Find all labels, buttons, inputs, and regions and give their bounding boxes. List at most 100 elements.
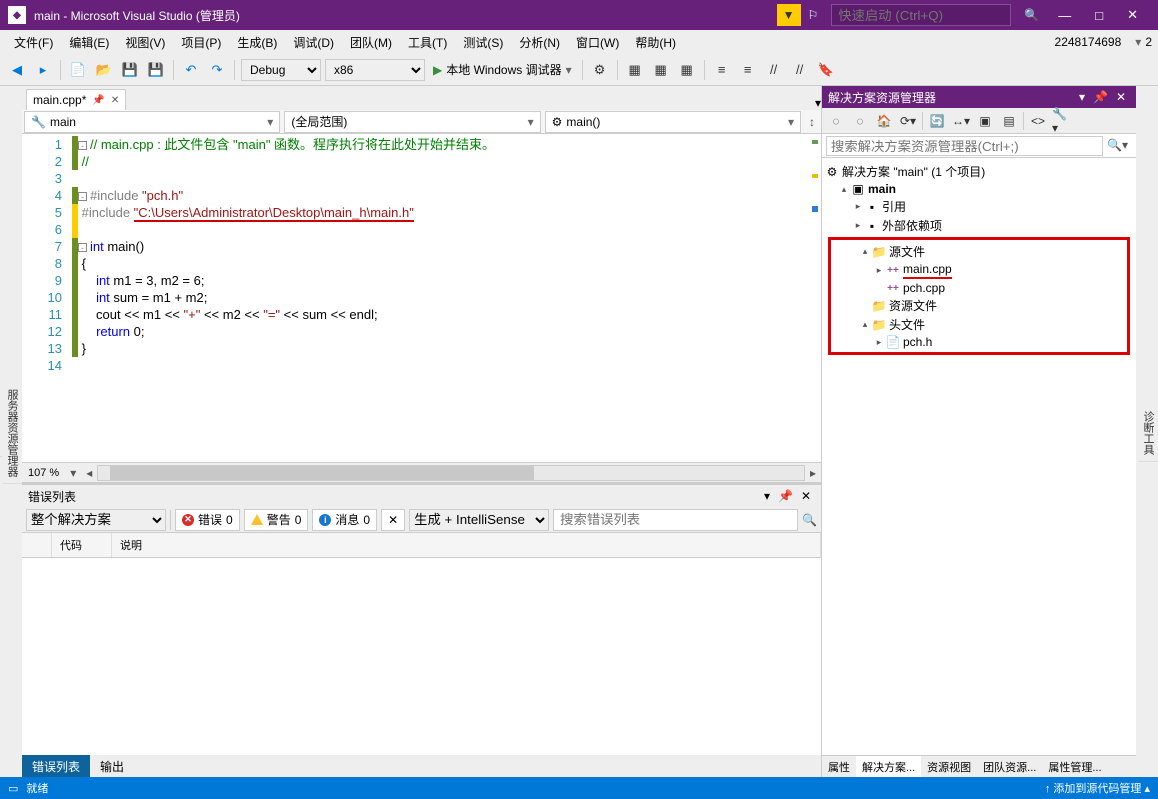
solution-tree[interactable]: ⚙解决方案 "main" (1 个项目) ▴▣main ▸▪引用 ▸▪外部依赖项… xyxy=(822,158,1136,755)
menu-item[interactable]: 视图(V) xyxy=(117,31,173,54)
panel-pin-icon[interactable]: 📌 xyxy=(1089,90,1112,104)
menu-item[interactable]: 文件(F) xyxy=(6,31,61,54)
menu-item[interactable]: 工具(T) xyxy=(400,31,455,54)
scroll-right-icon[interactable]: ▸ xyxy=(805,466,821,480)
tab-error-list[interactable]: 错误列表 xyxy=(22,755,90,777)
bookmark-icon[interactable]: 🔖 xyxy=(814,58,838,82)
toolbox-tab[interactable]: 工具箱 xyxy=(0,411,2,457)
doc-tab-main[interactable]: main.cpp* 📌 ✕ xyxy=(26,89,126,110)
tab-properties[interactable]: 属性 xyxy=(822,756,856,777)
tool-icon-4[interactable]: ▦ xyxy=(675,58,699,82)
panel-dropdown-icon[interactable]: ▾ xyxy=(760,489,774,503)
user-avatar[interactable]: 2 xyxy=(1145,35,1152,49)
redo-icon[interactable]: ↷ xyxy=(205,58,229,82)
file-pch-h[interactable]: ▸📄pch.h xyxy=(831,334,1127,350)
nav-back-icon[interactable]: ◀ xyxy=(5,58,29,82)
error-search-input[interactable] xyxy=(553,509,798,531)
project-node[interactable]: ▴▣main xyxy=(824,181,1134,197)
home-icon[interactable]: 🏠 xyxy=(874,111,894,131)
view-code-icon[interactable]: <> xyxy=(1028,111,1048,131)
scroll-left-icon[interactable]: ◂ xyxy=(81,466,97,480)
wrench-icon[interactable]: 🔧▾ xyxy=(1052,111,1072,131)
platform-dropdown[interactable]: x86 xyxy=(325,59,425,81)
start-debugging-button[interactable]: ▶ 本地 Windows 调试器 ▾ xyxy=(427,59,578,80)
nav-project-dropdown[interactable]: 🔧 main▾ xyxy=(24,111,280,133)
tab-property-manager[interactable]: 属性管理... xyxy=(1042,756,1107,777)
menu-item[interactable]: 项目(P) xyxy=(173,31,229,54)
split-icon[interactable]: ↕ xyxy=(803,115,821,129)
tab-close-icon[interactable]: ✕ xyxy=(111,95,119,106)
maximize-button[interactable]: □ xyxy=(1085,6,1113,25)
server-explorer-tab[interactable]: 服务器资源管理器 xyxy=(2,383,22,484)
feedback-icon[interactable]: ⚐ xyxy=(802,4,825,26)
signin-dropdown-icon[interactable]: ▾ xyxy=(1131,35,1145,49)
notification-flag-icon[interactable]: ▼ xyxy=(777,4,801,26)
source-files-folder[interactable]: ▴📁源文件 xyxy=(831,242,1127,261)
uncomment-icon[interactable]: // xyxy=(788,58,812,82)
build-scope-dropdown[interactable]: 生成 + IntelliSense xyxy=(409,509,549,531)
zoom-level[interactable]: 107 % xyxy=(22,467,65,479)
refresh-icon[interactable]: ⟳▾ xyxy=(898,111,918,131)
tab-output[interactable]: 输出 xyxy=(90,755,134,777)
menu-item[interactable]: 编辑(E) xyxy=(61,31,117,54)
menu-item[interactable]: 调试(D) xyxy=(285,31,342,54)
indent-icon[interactable]: ≡ xyxy=(710,58,734,82)
nav-member-dropdown[interactable]: ⚙ main()▾ xyxy=(545,111,801,133)
pin-icon[interactable]: 📌 xyxy=(92,95,104,106)
sync-icon[interactable]: 🔄 xyxy=(927,111,947,131)
quick-launch-input[interactable] xyxy=(831,4,1011,26)
signin-id[interactable]: 2248174698 xyxy=(1045,32,1132,52)
header-files-folder[interactable]: ▴📁头文件 xyxy=(831,315,1127,334)
external-deps-node[interactable]: ▸▪外部依赖项 xyxy=(824,216,1134,235)
warnings-filter-button[interactable]: 警告 0 xyxy=(244,509,309,531)
menu-item[interactable]: 生成(B) xyxy=(229,31,285,54)
comment-icon[interactable]: // xyxy=(762,58,786,82)
show-all-icon[interactable]: ▣ xyxy=(975,111,995,131)
error-scope-dropdown[interactable]: 整个解决方案 xyxy=(26,509,166,531)
tool-icon-1[interactable]: ⚙ xyxy=(588,58,612,82)
tab-resource-view[interactable]: 资源视图 xyxy=(921,756,977,777)
search-icon[interactable]: 🔍▾ xyxy=(1103,136,1132,155)
file-pch-cpp[interactable]: ++pch.cpp xyxy=(831,280,1127,296)
solution-search-input[interactable] xyxy=(826,136,1103,156)
tool-icon-3[interactable]: ▦ xyxy=(649,58,673,82)
tab-solution-explorer[interactable]: 解决方案... xyxy=(856,756,921,777)
undo-icon[interactable]: ↶ xyxy=(179,58,203,82)
code-editor[interactable]: 1234567891011121314 -// main.cpp : 此文件包含… xyxy=(22,134,821,462)
panel-dropdown-icon[interactable]: ▾ xyxy=(1075,90,1089,104)
solution-node[interactable]: ⚙解决方案 "main" (1 个项目) xyxy=(824,162,1134,181)
file-main-cpp[interactable]: ▸++main.cpp xyxy=(831,261,1127,280)
menu-item[interactable]: 分析(N) xyxy=(511,31,568,54)
menu-item[interactable]: 测试(S) xyxy=(455,31,511,54)
save-icon[interactable]: 💾 xyxy=(118,58,142,82)
collapse-icon[interactable]: ↔▾ xyxy=(951,111,971,131)
source-control-status[interactable]: ↑ 添加到源代码管理 ▴ xyxy=(1045,780,1150,796)
search-icon[interactable]: 🔍 xyxy=(802,513,817,527)
menu-item[interactable]: 窗口(W) xyxy=(568,31,627,54)
config-dropdown[interactable]: Debug xyxy=(241,59,321,81)
save-all-icon[interactable]: 💾 xyxy=(144,58,168,82)
tab-team-explorer[interactable]: 团队资源... xyxy=(977,756,1042,777)
new-project-icon[interactable]: 📄 xyxy=(66,58,90,82)
col-icon[interactable] xyxy=(22,533,52,557)
panel-pin-icon[interactable]: 📌 xyxy=(774,489,797,503)
close-button[interactable]: ✕ xyxy=(1117,5,1148,25)
properties-icon[interactable]: ▤ xyxy=(999,111,1019,131)
search-icon[interactable]: 🔍 xyxy=(1018,4,1045,26)
zoom-dropdown-icon[interactable]: ▾ xyxy=(65,466,81,480)
errors-filter-button[interactable]: ✕错误 0 xyxy=(175,509,240,531)
references-node[interactable]: ▸▪引用 xyxy=(824,197,1134,216)
diagnostics-tab[interactable]: 诊断工具 xyxy=(1138,405,1158,462)
nav-forward-icon[interactable]: ▸ xyxy=(31,58,55,82)
col-code[interactable]: 代码 xyxy=(52,533,112,557)
outdent-icon[interactable]: ≡ xyxy=(736,58,760,82)
panel-close-icon[interactable]: ✕ xyxy=(797,489,815,503)
clear-filter-button[interactable]: ✕ xyxy=(381,509,405,531)
panel-close-icon[interactable]: ✕ xyxy=(1112,90,1130,104)
tool-icon-2[interactable]: ▦ xyxy=(623,58,647,82)
messages-filter-button[interactable]: i消息 0 xyxy=(312,509,377,531)
back-icon[interactable]: ◌ xyxy=(826,111,846,131)
horizontal-scrollbar[interactable] xyxy=(97,465,805,481)
col-description[interactable]: 说明 xyxy=(112,533,821,557)
chevron-down-icon[interactable]: ▾ xyxy=(566,63,572,77)
